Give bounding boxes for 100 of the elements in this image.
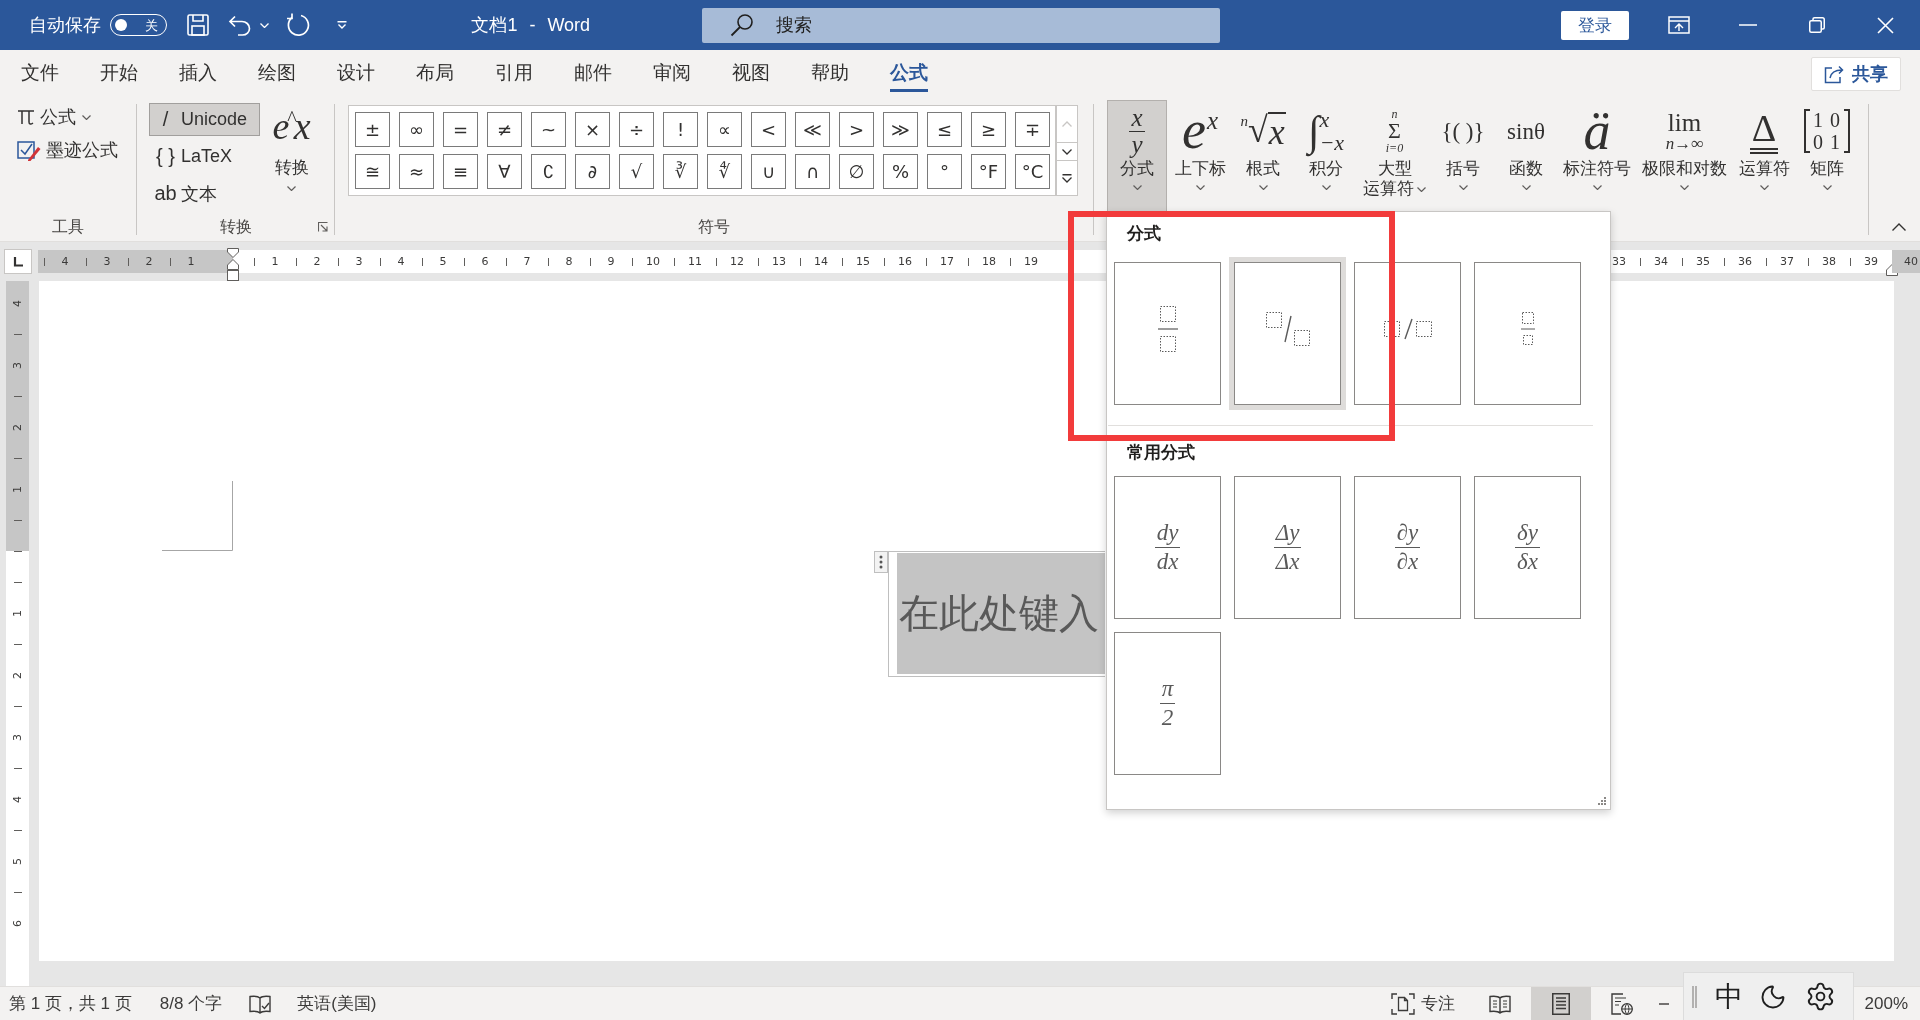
symbol-button[interactable]: ≅ (355, 154, 390, 189)
sign-in-button[interactable]: 登录 (1561, 10, 1629, 40)
restore-icon[interactable] (1808, 17, 1825, 33)
ribbon-tab[interactable]: 布局 (395, 50, 474, 98)
equation-button[interactable]: 公式 (15, 102, 93, 132)
function-button[interactable]: sinθ 函数 (1496, 100, 1556, 211)
web-layout-icon (1610, 992, 1633, 1015)
ribbon-display-icon[interactable] (1667, 16, 1690, 34)
book-check-icon[interactable] (249, 993, 272, 1014)
fraction-template-tile[interactable] (1114, 262, 1221, 405)
focus-button[interactable]: 专注 (1390, 992, 1455, 1015)
fraction-formula-tile[interactable]: π 2 (1114, 632, 1221, 775)
fraction-template-tile[interactable] (1474, 262, 1581, 405)
symbol-button[interactable]: = (443, 112, 478, 147)
tab-stop-selector[interactable] (4, 249, 32, 274)
zoom-level[interactable]: 200% (1864, 993, 1908, 1014)
ribbon-tab[interactable]: 帮助 (790, 50, 869, 98)
symbol-button[interactable]: ≤ (927, 112, 962, 147)
symbol-button[interactable]: ≡ (443, 154, 478, 189)
ribbon-tab[interactable]: 引用 (474, 50, 553, 98)
symbol-button[interactable]: ∛ (663, 154, 698, 189)
ribbon-tab[interactable]: 开始 (79, 50, 158, 98)
close-icon[interactable] (1877, 16, 1894, 34)
ribbon-tab[interactable]: 公式 (869, 50, 948, 98)
fraction-button[interactable]: x y 分式 (1107, 100, 1167, 211)
expand-icon (1062, 173, 1072, 183)
bracket-button[interactable]: {( )} 括号 (1433, 100, 1493, 211)
caret-icon[interactable] (260, 22, 269, 28)
equation-placeholder[interactable]: 在此处键入 (897, 553, 1105, 674)
accent-button[interactable]: ä 标注符号 (1559, 100, 1635, 211)
symbol-button[interactable]: ≫ (883, 112, 918, 147)
ruler-number: 11 (688, 256, 702, 267)
symbol-button[interactable]: ≥ (971, 112, 1006, 147)
customize-caret-icon[interactable] (337, 21, 347, 29)
symbol-button[interactable]: ≈ (399, 154, 434, 189)
symbol-button[interactable]: °C (1015, 154, 1050, 189)
symbol-button[interactable]: ± (355, 112, 390, 147)
minimize-icon[interactable] (1738, 24, 1757, 26)
print-view-button[interactable] (1530, 987, 1591, 1020)
ribbon-tab[interactable]: 插入 (158, 50, 237, 98)
zoom-out-icon[interactable] (1658, 1002, 1669, 1005)
collapse-ribbon-icon[interactable] (1892, 223, 1906, 231)
symbol-button[interactable]: ∅ (839, 154, 874, 189)
symbol-button[interactable]: ~ (531, 112, 566, 147)
search-field[interactable]: 搜索 (701, 7, 1220, 43)
symbol-button[interactable]: × (575, 112, 610, 147)
fraction-template-tile[interactable] (1354, 262, 1461, 405)
symbol-button[interactable]: ! (663, 112, 698, 147)
ribbon-tab[interactable]: 审阅 (632, 50, 711, 98)
ink-equation-button[interactable]: 墨迹公式 (15, 135, 120, 165)
symbol-button[interactable]: ∜ (707, 154, 742, 189)
undo-icon[interactable] (228, 14, 251, 36)
convert-button[interactable]: e^x 转换 (269, 103, 314, 191)
symbol-button[interactable]: ≪ (795, 112, 830, 147)
symbol-button[interactable]: < (751, 112, 786, 147)
symbol-button[interactable]: ° (927, 154, 962, 189)
matrix-button[interactable]: 1 0 0 1 矩阵 (1797, 100, 1857, 211)
grip-icon[interactable] (1692, 985, 1697, 1008)
ribbon-tab[interactable]: 绘图 (237, 50, 316, 98)
symbol-button[interactable]: √ (619, 154, 654, 189)
operator-button[interactable]: Δ 运算符 (1734, 100, 1794, 211)
redo-icon[interactable] (286, 13, 310, 37)
ribbon-tab[interactable]: 设计 (316, 50, 395, 98)
fraction-formula-tile[interactable]: δy δx (1474, 476, 1581, 619)
fraction-formula-tile[interactable]: Δy Δx (1234, 476, 1341, 619)
symbol-button[interactable]: ∁ (531, 154, 566, 189)
input-mode-toggle[interactable]: 中 (1715, 982, 1743, 1011)
indent-marker-icon[interactable] (227, 248, 239, 281)
format-option[interactable]: ab 文本 (149, 177, 260, 210)
large-operator-button[interactable]: n Σ i=0 大型 运算符 (1359, 100, 1430, 211)
symbol-button[interactable]: ∩ (795, 154, 830, 189)
share-button[interactable]: 共享 (1811, 57, 1901, 91)
symbol-button[interactable]: ∞ (399, 112, 434, 147)
symbol-button[interactable]: ∂ (575, 154, 610, 189)
resize-grip-icon[interactable] (1598, 797, 1606, 805)
symbol-button[interactable]: ≠ (487, 112, 522, 147)
symbol-button[interactable]: ∓ (1015, 112, 1050, 147)
symbol-button[interactable]: > (839, 112, 874, 147)
format-option[interactable]: { } LaTeX (149, 140, 260, 173)
dialog-launcher-icon[interactable] (318, 222, 328, 232)
limit-button[interactable]: lim n→∞ 极限和对数 (1638, 100, 1731, 211)
drag-handle-icon[interactable] (874, 551, 888, 573)
settings-icon[interactable] (1805, 981, 1836, 1012)
ribbon-tab[interactable]: 文件 (0, 50, 79, 98)
symbol-button[interactable]: ∀ (487, 154, 522, 189)
ribbon-tab[interactable]: 视图 (711, 50, 790, 98)
ribbon-tab[interactable]: 邮件 (553, 50, 632, 98)
bracket-symbol: {( )} (1441, 119, 1485, 143)
symbol-button[interactable]: ÷ (619, 112, 654, 147)
save-icon[interactable] (187, 14, 209, 36)
fraction-formula-tile[interactable]: dy dx (1114, 476, 1221, 619)
ruler-number: 5 (439, 256, 447, 267)
symbol-button[interactable]: °F (971, 154, 1006, 189)
format-option[interactable]: / Unicode (149, 103, 260, 136)
stacked-fraction-icon (1157, 305, 1178, 352)
fraction-formula-tile[interactable]: ∂y ∂x (1354, 476, 1461, 619)
symbol-button[interactable]: ∪ (751, 154, 786, 189)
symbol-button[interactable]: % (883, 154, 918, 189)
symbol-button[interactable]: ∝ (707, 112, 742, 147)
gallery-more-button[interactable] (1056, 160, 1078, 196)
